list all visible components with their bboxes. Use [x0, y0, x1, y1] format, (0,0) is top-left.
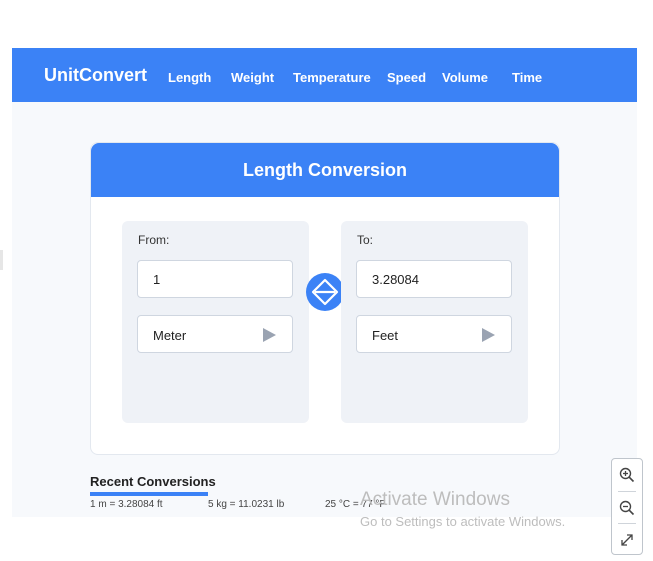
zoom-out-icon: [619, 500, 635, 515]
from-value-field: [137, 260, 293, 298]
fit-screen-button[interactable]: [612, 524, 642, 555]
triangle-right-icon: [482, 328, 495, 342]
to-label: To:: [357, 233, 374, 247]
to-unit-select[interactable]: Feet: [356, 315, 512, 353]
triangle-right-icon: [263, 328, 276, 342]
to-panel: To: Feet: [341, 221, 528, 423]
from-unit-label: Meter: [153, 328, 187, 343]
zoom-out-button[interactable]: [612, 492, 642, 523]
recent-conversions-title: Recent Conversions: [90, 474, 216, 489]
nav-link-volume[interactable]: Volume: [442, 70, 488, 85]
from-unit-select[interactable]: Meter: [137, 315, 293, 353]
recent-title-underline: [90, 492, 208, 496]
fit-screen-icon: [621, 533, 633, 546]
card-title: Length Conversion: [242, 160, 407, 180]
to-unit-label: Feet: [372, 328, 399, 343]
nav-link-time[interactable]: Time: [512, 70, 542, 85]
to-value-input[interactable]: [357, 261, 492, 297]
zoom-in-icon: [619, 467, 635, 482]
nav-link-weight[interactable]: Weight: [231, 70, 274, 85]
swap-icon: [311, 278, 339, 306]
from-value-input[interactable]: [138, 261, 273, 297]
activate-windows-subtitle: Go to Settings to activate Windows.: [360, 514, 566, 529]
nav-link-length[interactable]: Length: [168, 70, 211, 85]
swap-button[interactable]: [306, 273, 344, 311]
navbar: UnitConvert Length Weight Temperature Sp…: [12, 48, 637, 102]
zoom-in-button[interactable]: [612, 459, 642, 490]
from-panel: From: Meter: [122, 221, 309, 423]
recent-conversion-item[interactable]: 1 m = 3.28084 ft: [90, 499, 163, 510]
side-edge-tab: [0, 250, 3, 270]
to-value-field: [356, 260, 512, 298]
from-label: From:: [138, 233, 170, 247]
activate-windows-title: Activate Windows: [360, 489, 510, 510]
brand-logo[interactable]: UnitConvert: [44, 65, 147, 86]
nav-link-temperature[interactable]: Temperature: [293, 70, 371, 85]
recent-conversion-item[interactable]: 5 kg = 11.0231 lb: [208, 499, 284, 510]
zoom-controls: [611, 458, 643, 555]
app-viewport: UnitConvert Length Weight Temperature Sp…: [12, 48, 637, 517]
conversion-card: Length Conversion From: Meter To:: [90, 142, 560, 455]
card-header: Length Conversion: [91, 143, 559, 197]
nav-link-speed[interactable]: Speed: [387, 70, 426, 85]
